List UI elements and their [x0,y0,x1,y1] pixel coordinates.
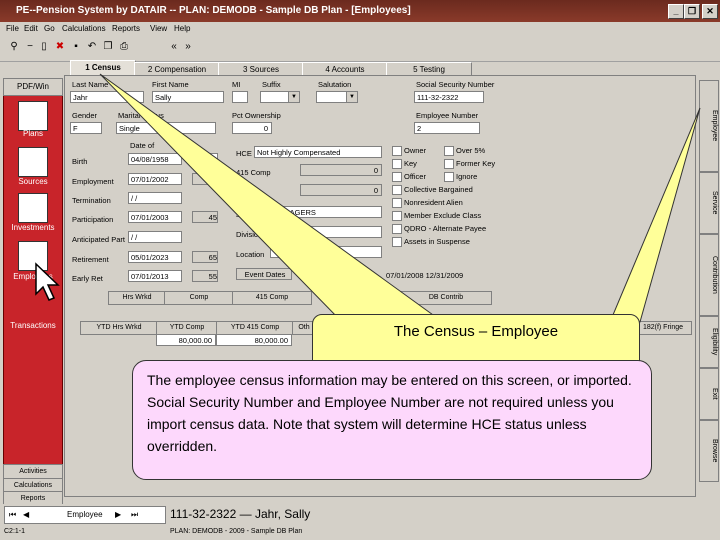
status-bar: ⏮ ◀ Employee ▶ ⏭ 111-32-2322 — Jahr, Sal… [0,504,720,540]
nav-prev-icon[interactable]: ◀ [23,510,29,519]
nav-next-icon[interactable]: ▶ [115,510,121,519]
nav-last-icon[interactable]: ⏭ [131,510,138,520]
status-plan: PLAN: DEMODB - 2009 - Sample DB Plan [170,528,303,535]
nav-first-icon[interactable]: ⏮ [9,510,16,520]
callout-box: The employee census information may be e… [132,360,652,480]
record-info: 111-32-2322 — Jahr, Sally [170,507,311,521]
callout-title: The Census – Employee [393,323,559,340]
status-position: C2:1-1 [4,528,26,535]
record-navigator[interactable]: ⏮ ◀ Employee ▶ ⏭ [4,506,166,524]
record-label: Employee [67,510,103,519]
